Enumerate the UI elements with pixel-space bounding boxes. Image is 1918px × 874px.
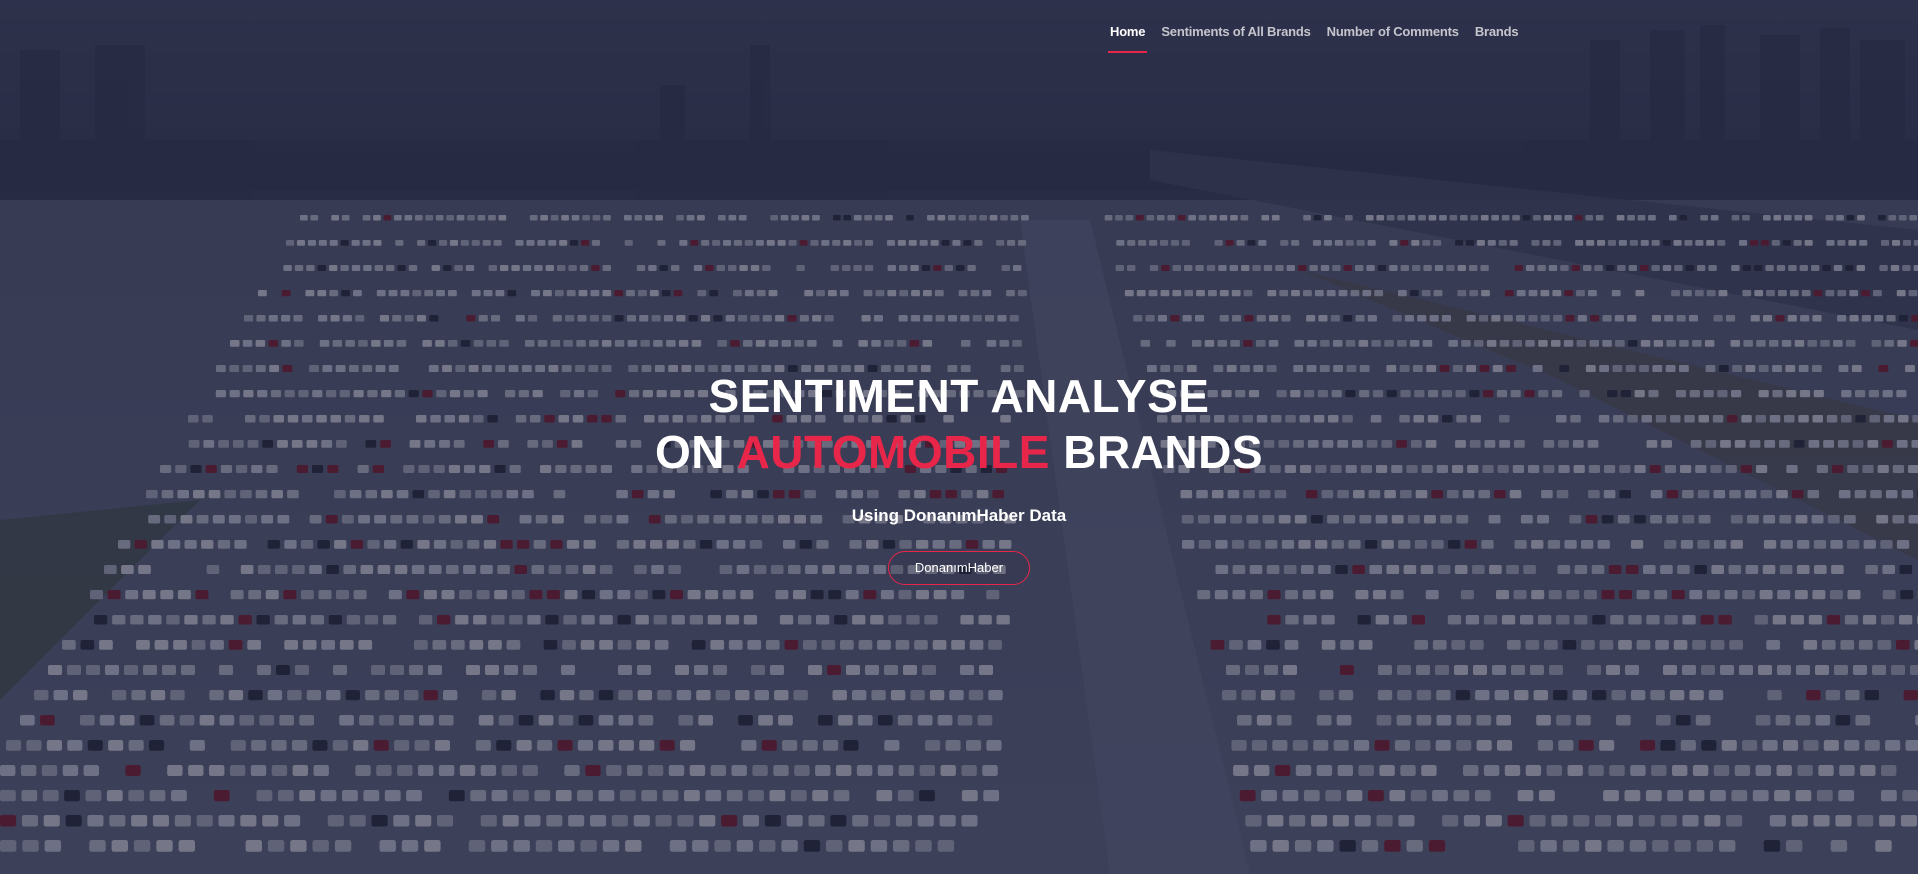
hero-title-prefix: ON [654, 426, 725, 478]
nav-item-home[interactable]: Home [1107, 24, 1148, 53]
hero-subtitle: Using DonanımHaber Data [851, 506, 1067, 525]
nav-item-brands[interactable]: Brands [1475, 24, 1519, 53]
hero-title-suffix: BRANDS [1063, 426, 1263, 478]
main-navigation: Home Sentiments of All Brands Number of … [1107, 24, 1519, 53]
nav-item-sentiments-of-all-brands[interactable]: Sentiments of All Brands [1161, 24, 1310, 53]
nav-item-number-of-comments[interactable]: Number of Comments [1327, 24, 1459, 53]
hero-title-line1: SENTIMENT ANALYSE [708, 370, 1210, 422]
hero-content: SENTIMENT ANALYSE ON AUTOMOBILE BRANDS U… [0, 368, 1918, 585]
hero-section: Home Sentiments of All Brands Number of … [0, 0, 1918, 874]
hero-title-accent: AUTOMOBILE [736, 426, 1050, 478]
hero-title: SENTIMENT ANALYSE ON AUTOMOBILE BRANDS [0, 368, 1918, 480]
donanimhaber-button[interactable]: DonanımHaber [887, 551, 1031, 585]
